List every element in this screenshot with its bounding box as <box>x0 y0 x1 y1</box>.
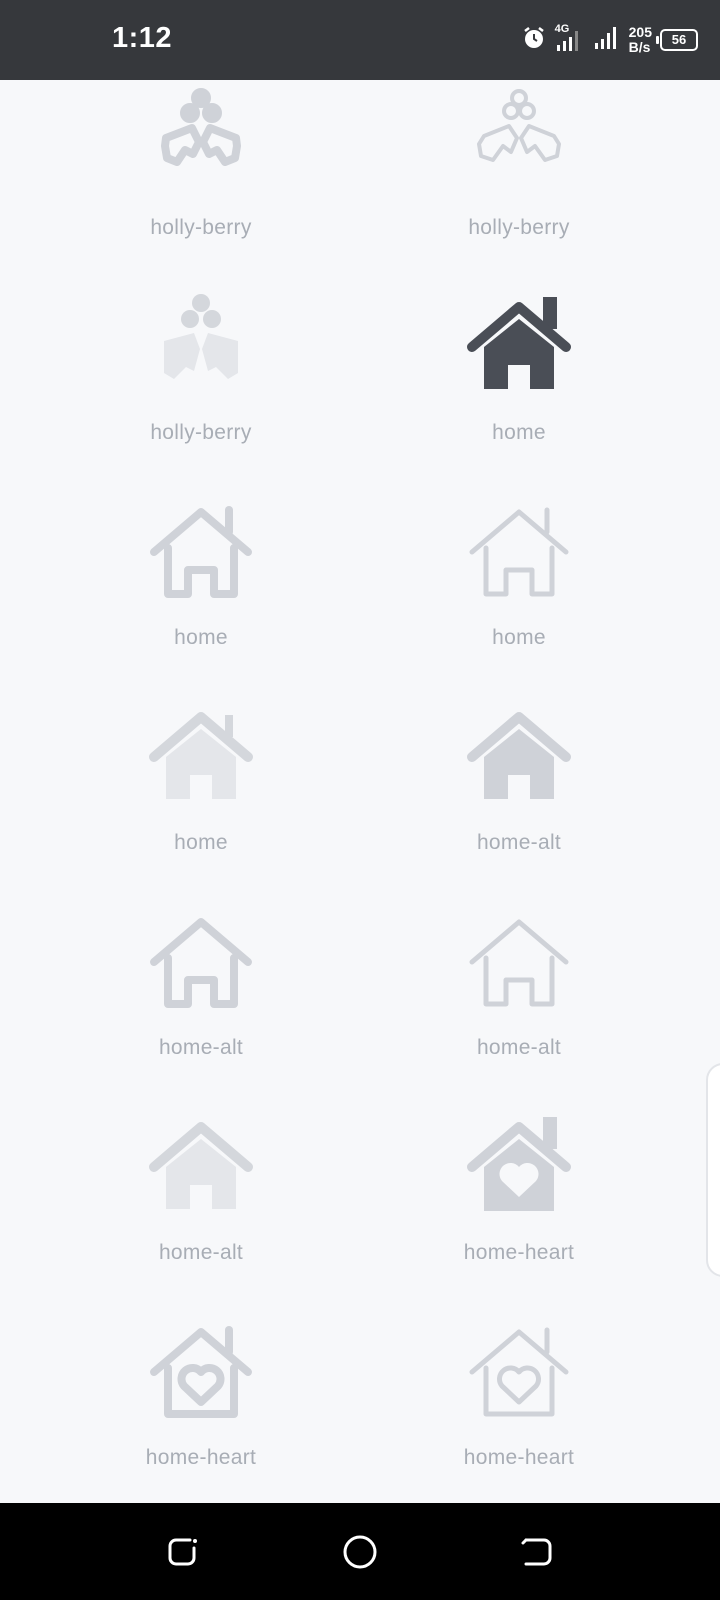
net-speed-value: 205 <box>628 24 652 40</box>
icon-label: home-heart <box>145 1446 257 1469</box>
battery-icon: 56 <box>656 29 698 51</box>
net-speed: 205 B/s <box>629 25 652 55</box>
icon-label: home-alt <box>158 1241 244 1264</box>
recent-apps-button[interactable] <box>164 1532 204 1572</box>
icon-label: home-alt <box>158 1036 244 1059</box>
icon-tile[interactable]: holly-berry <box>41 285 361 490</box>
icon-tile[interactable]: home <box>359 285 679 490</box>
side-drawer-handle[interactable] <box>706 1063 720 1277</box>
icon-label: holly-berry <box>468 216 570 239</box>
icon-label: home-alt <box>476 831 562 854</box>
icon-label: home <box>174 831 228 854</box>
icon-tile[interactable]: holly-berry <box>359 80 679 285</box>
status-bar: 1:12 4G 205 B/s 56 <box>0 0 720 80</box>
icon-label: home <box>174 626 228 649</box>
navigation-bar <box>0 1503 720 1600</box>
icon-tile[interactable]: home-alt <box>359 900 679 1105</box>
net-speed-unit: B/s <box>628 39 651 55</box>
status-time: 1:12 <box>112 22 173 54</box>
icon-tile[interactable]: home-alt <box>41 900 361 1105</box>
icon-tile[interactable]: home <box>41 695 361 900</box>
icon-tile[interactable]: home <box>41 490 361 695</box>
icon-tile[interactable]: home-alt <box>359 695 679 900</box>
battery-level: 56 <box>671 32 687 47</box>
icon-label: home-alt <box>476 1036 562 1059</box>
icon-tile[interactable]: home-heart <box>359 1310 679 1515</box>
icon-label: home-heart <box>463 1446 575 1469</box>
icon-tile[interactable]: home-alt <box>41 1105 361 1310</box>
icon-label: holly-berry <box>150 216 252 239</box>
icon-label: home <box>492 626 546 649</box>
icon-tile[interactable]: holly-berry <box>41 80 361 285</box>
icon-label: home-heart <box>463 1241 575 1264</box>
signal-icon <box>593 23 621 58</box>
icon-grid: holly-berry holly-berry holly-berry home… <box>0 80 720 1503</box>
status-icons: 4G 205 B/s 56 <box>521 22 698 58</box>
back-button[interactable] <box>516 1532 556 1572</box>
alarm-icon <box>521 25 547 56</box>
icon-tile[interactable]: home-heart <box>41 1310 361 1515</box>
icon-tile[interactable]: home <box>359 490 679 695</box>
home-button[interactable] <box>340 1532 380 1572</box>
icon-label: holly-berry <box>150 421 252 444</box>
signal-4g-icon: 4G <box>555 23 585 55</box>
icon-label: home <box>492 421 546 444</box>
icon-tile[interactable]: home-heart <box>359 1105 679 1310</box>
